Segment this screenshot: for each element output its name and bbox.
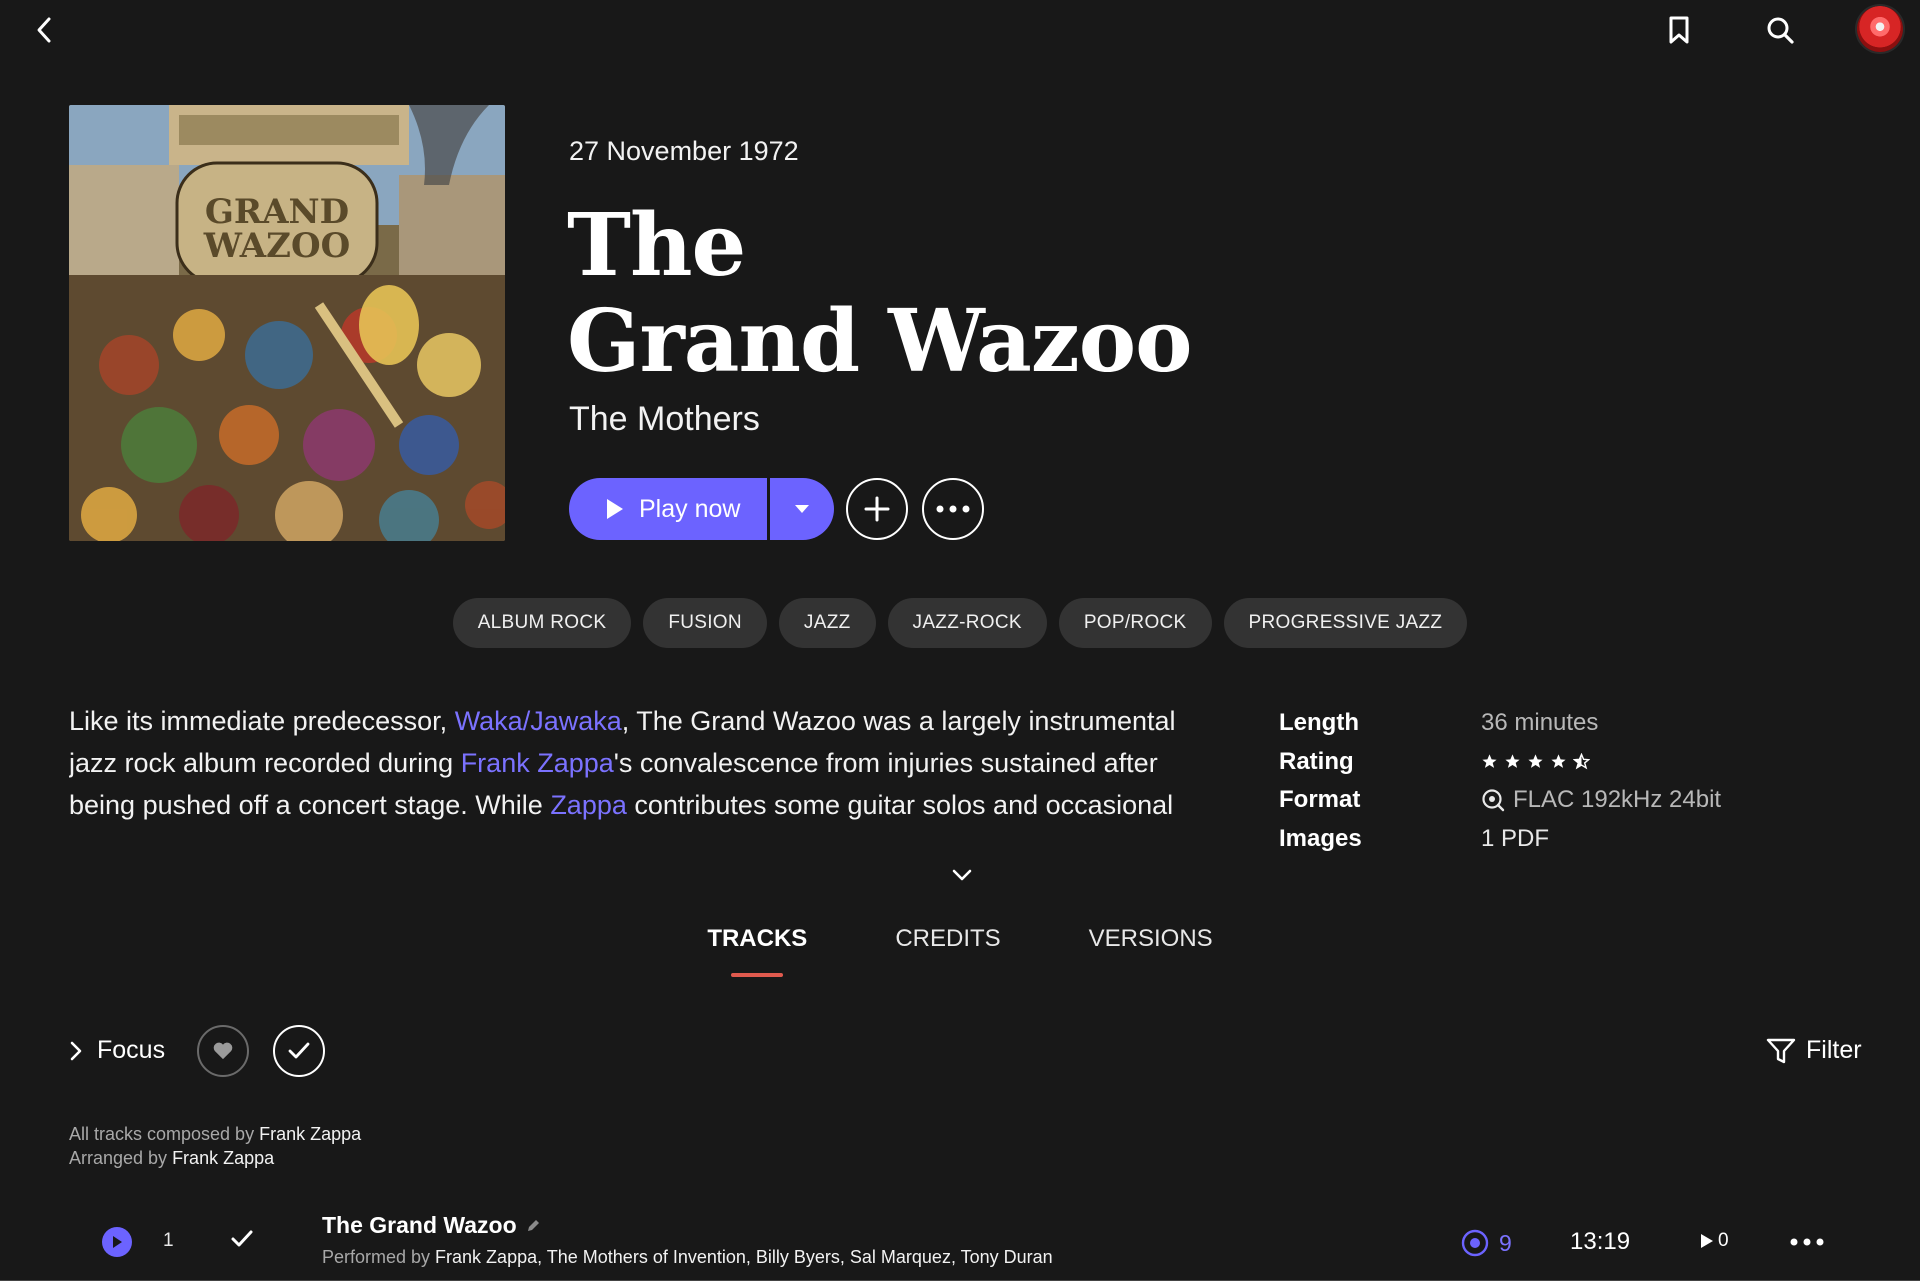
bookmark-button[interactable] <box>1659 10 1699 50</box>
hires-badge-icon <box>1482 789 1505 812</box>
genre-list: ALBUM ROCK FUSION JAZZ JAZZ-ROCK POP/ROC… <box>0 598 1920 648</box>
composer-link[interactable]: Frank Zappa <box>259 1124 361 1144</box>
meta-rating-key: Rating <box>1279 747 1354 775</box>
album-title-line1: The <box>567 195 746 296</box>
back-button[interactable] <box>24 10 64 50</box>
arranged-by-line: Arranged by Frank Zappa <box>69 1146 361 1170</box>
pencil-icon <box>527 1219 539 1231</box>
meta-rating: Rating <box>1279 743 1721 782</box>
description-text: Like its immediate predecessor, <box>69 706 455 736</box>
track-hires-badge: 9 <box>1459 1228 1512 1258</box>
play-now-button[interactable]: Play now <box>569 478 767 540</box>
bookmark-icon <box>1669 16 1689 44</box>
heart-icon <box>213 1042 233 1060</box>
tab-credits[interactable]: CREDITS <box>851 925 1044 977</box>
star-icon <box>1528 754 1543 769</box>
hires-count: 9 <box>1499 1229 1512 1256</box>
tab-versions[interactable]: VERSIONS <box>1045 925 1257 977</box>
filter-button[interactable]: Filter <box>1766 1036 1862 1065</box>
track-performers: Performed by Frank Zappa, The Mothers of… <box>322 1247 1053 1268</box>
play-count: 0 <box>1718 1230 1729 1251</box>
meta-format-key: Format <box>1279 786 1361 814</box>
description-link-frank-zappa[interactable]: Frank Zappa <box>461 748 614 778</box>
genre-tag[interactable]: JAZZ-ROCK <box>887 598 1047 648</box>
album-title-line2: Grand Wazoo <box>567 291 1192 392</box>
track-more-button[interactable] <box>1787 1226 1827 1258</box>
track-owned-toggle[interactable] <box>230 1228 260 1256</box>
genre-tag[interactable]: FUSION <box>643 598 767 648</box>
meta-length: Length 36 minutes <box>1279 704 1721 743</box>
album-artist-link[interactable]: The Mothers <box>569 400 760 439</box>
meta-length-key: Length <box>1279 709 1359 737</box>
track-number: 1 <box>163 1230 174 1251</box>
check-icon <box>231 1230 253 1247</box>
avatar[interactable] <box>1857 6 1903 52</box>
arranger-link[interactable]: Frank Zappa <box>172 1148 274 1168</box>
meta-length-value: 36 minutes <box>1481 709 1599 737</box>
add-to-library-button[interactable] <box>846 478 908 540</box>
search-icon <box>1767 17 1794 44</box>
svg-text:WAZOO: WAZOO <box>203 226 350 266</box>
star-half-icon <box>1573 753 1590 770</box>
description-link-waka-jawaka[interactable]: Waka/Jawaka <box>455 706 622 736</box>
album-description: Like its immediate predecessor, Waka/Jaw… <box>69 700 1219 826</box>
chevron-right-icon <box>70 1041 82 1060</box>
genre-tag[interactable]: JAZZ <box>778 598 876 648</box>
caret-down-icon <box>795 505 809 513</box>
track-title-text: The Grand Wazoo <box>322 1212 517 1238</box>
filter-label: Filter <box>1806 1036 1862 1064</box>
album-tabs: TRACKS CREDITS VERSIONS <box>0 925 1920 977</box>
focus-toggle[interactable]: Focus <box>69 1036 165 1065</box>
play-now-label: Play now <box>639 494 741 523</box>
meta-images-value[interactable]: 1 PDF <box>1481 825 1549 853</box>
star-icon <box>1482 754 1497 769</box>
favorite-filter-button[interactable] <box>197 1025 249 1077</box>
chevron-down-icon <box>952 869 972 881</box>
owned-filter-button[interactable] <box>273 1025 325 1077</box>
album-title: The Grand Wazoo <box>567 195 1192 392</box>
more-options-button[interactable] <box>922 478 984 540</box>
search-button[interactable] <box>1760 10 1800 50</box>
meta-images-key: Images <box>1279 824 1362 852</box>
album-metadata: Length 36 minutes Rating Format FLAC 192… <box>1279 704 1721 858</box>
composed-by-line: All tracks composed by Frank Zappa <box>69 1122 361 1146</box>
composer-credits: All tracks composed by Frank Zappa Arran… <box>69 1122 361 1170</box>
album-cover: GRAND WAZOO <box>69 105 505 541</box>
play-icon <box>113 1236 122 1248</box>
play-icon <box>607 499 623 519</box>
genre-tag[interactable]: ALBUM ROCK <box>452 598 632 648</box>
genre-tag[interactable]: PROGRESSIVE JAZZ <box>1223 598 1468 648</box>
tab-tracks[interactable]: TRACKS <box>663 925 851 977</box>
meta-images: Images 1 PDF <box>1279 820 1721 859</box>
meta-format-value: FLAC 192kHz 24bit <box>1513 786 1722 814</box>
rating-stars <box>1481 753 1590 770</box>
track-row[interactable] <box>0 1208 1920 1281</box>
composed-prefix: All tracks composed by <box>69 1124 260 1144</box>
more-icon <box>936 505 970 513</box>
release-date: 27 November 1972 <box>569 136 799 166</box>
track-title[interactable]: The Grand Wazoo <box>322 1212 541 1239</box>
play-options-dropdown[interactable] <box>770 478 834 540</box>
arranged-prefix: Arranged by <box>69 1148 173 1168</box>
description-link-zappa[interactable]: Zappa <box>550 790 627 820</box>
star-icon <box>1551 754 1566 769</box>
track-play-button[interactable] <box>102 1227 132 1257</box>
star-icon <box>1505 754 1520 769</box>
hires-disc-icon <box>1461 1229 1489 1257</box>
meta-format: Format FLAC 192kHz 24bit <box>1279 781 1721 820</box>
performers-links[interactable]: Frank Zappa, The Mothers of Invention, B… <box>435 1247 1053 1267</box>
track-duration: 13:19 <box>1570 1228 1631 1255</box>
performed-prefix: Performed by <box>322 1247 436 1267</box>
expand-description-button[interactable] <box>945 860 979 890</box>
more-icon <box>1790 1238 1824 1246</box>
play-icon <box>1701 1234 1713 1248</box>
track-play-count: 0 <box>1700 1230 1729 1252</box>
filter-icon <box>1766 1038 1796 1063</box>
focus-label: Focus <box>97 1036 166 1064</box>
check-icon <box>288 1042 310 1059</box>
genre-tag[interactable]: POP/ROCK <box>1058 598 1212 648</box>
back-arrow-icon <box>37 17 51 43</box>
plus-icon <box>864 496 890 522</box>
